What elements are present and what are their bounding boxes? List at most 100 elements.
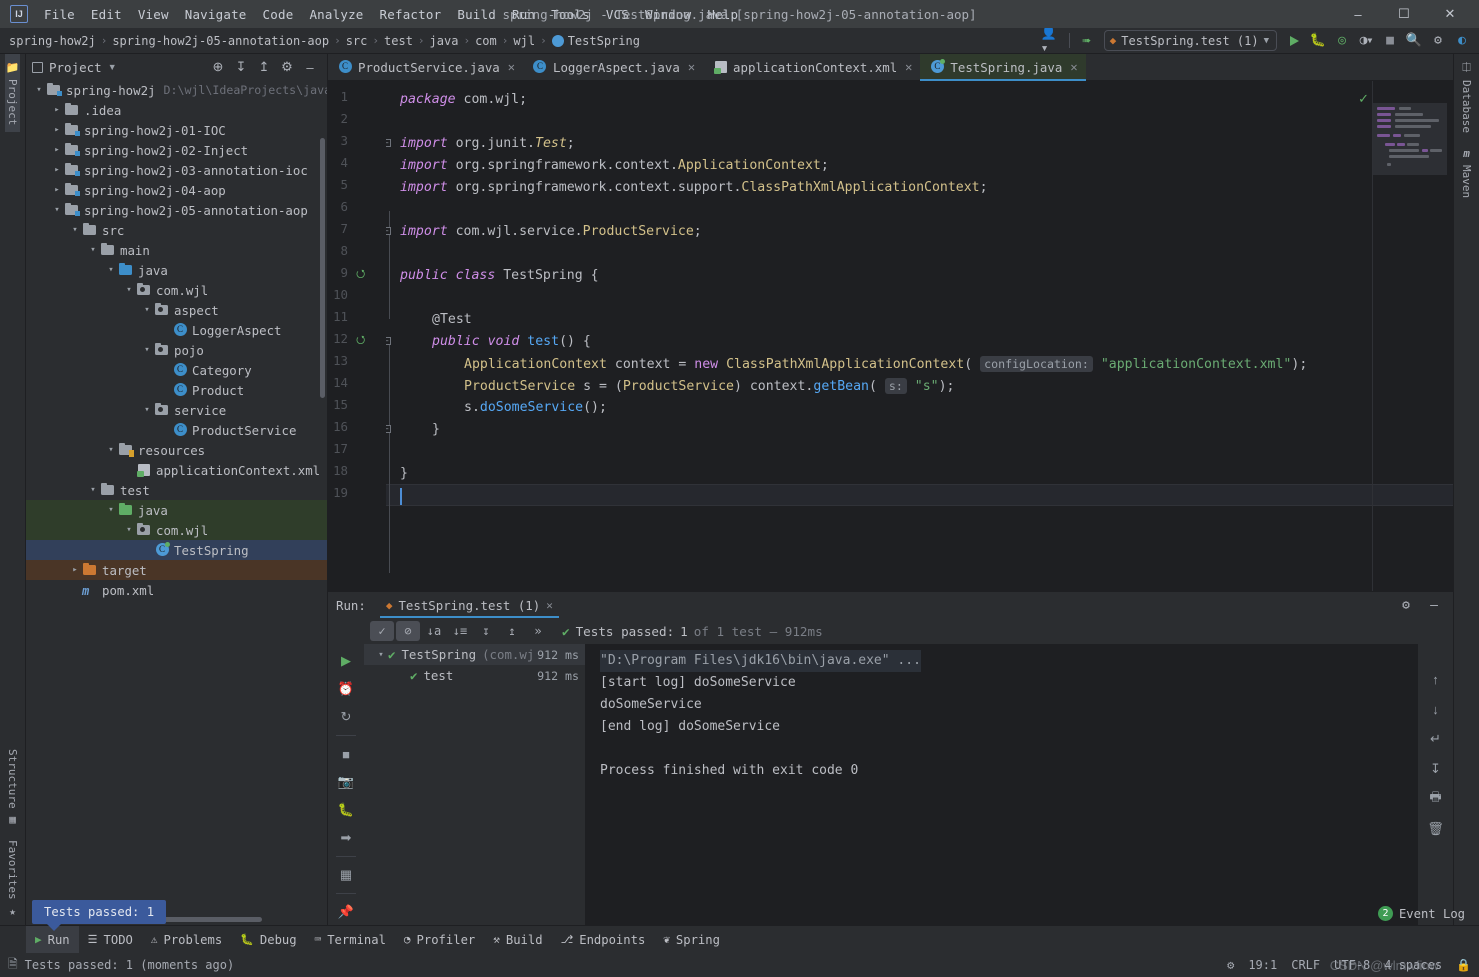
menu-item-file[interactable]: File	[36, 3, 83, 26]
tree-node-service[interactable]: ▾ service	[26, 400, 327, 420]
tree-node-spring-how2j-03-annotation-ioc[interactable]: ▸ spring-how2j-03-annotation-ioc	[26, 160, 327, 180]
hide-ignored-icon[interactable]: ⊘	[396, 621, 420, 641]
code-line[interactable]: }	[400, 463, 408, 485]
chevron-down-icon[interactable]: ▾	[68, 225, 82, 235]
clear-all-icon[interactable]: 🗑	[1423, 816, 1449, 842]
chevron-right-icon[interactable]: ▸	[68, 565, 82, 575]
menu-item-build[interactable]: Build	[449, 3, 504, 26]
code-fold-icon[interactable]: −	[386, 139, 391, 147]
line-separator[interactable]: CRLF	[1291, 958, 1320, 972]
code-editor[interactable]: package com.wjl; import org.junit.Test; im…	[386, 81, 1453, 591]
search-icon[interactable]: 🔍	[1403, 30, 1425, 52]
expand-all-icon[interactable]: ↧	[474, 621, 498, 641]
hide-icon[interactable]: –	[1423, 594, 1445, 616]
chevron-down-icon[interactable]: ▾	[86, 245, 100, 255]
tree-node-resources[interactable]: ▾ resources	[26, 440, 327, 460]
chevron-down-icon[interactable]: ▾	[86, 485, 100, 495]
event-log-button[interactable]: 2 Event Log	[1377, 906, 1465, 921]
close-icon[interactable]: ✕	[1070, 60, 1077, 74]
code-line[interactable]: package com.wjl;	[400, 89, 527, 111]
inspection-status-icon[interactable]: ✓	[1358, 91, 1369, 107]
profile-icon[interactable]: 👤▾	[1041, 26, 1063, 56]
menu-item-analyze[interactable]: Analyze	[301, 3, 371, 26]
gutter-run-icon[interactable]: ⭯	[356, 331, 365, 350]
chevron-right-icon[interactable]: ▸	[50, 145, 64, 155]
breadcrumb-item-spring-how2j-05-annotation-aop[interactable]: spring-how2j-05-annotation-aop	[109, 32, 332, 50]
snapshot-icon[interactable]: 📷	[333, 769, 359, 795]
tree-node-pom-xml[interactable]: m pom.xml	[26, 580, 327, 600]
close-icon[interactable]: ✕	[508, 60, 515, 74]
run-configuration-selector[interactable]: ◆ TestSpring.test (1) ▼	[1103, 30, 1277, 51]
run-with-coverage-button[interactable]: ◎	[1331, 30, 1353, 52]
export-icon[interactable]: ➡	[333, 825, 359, 851]
code-line[interactable]: public void test() {	[432, 331, 591, 353]
rerun-icon[interactable]: ▶	[333, 648, 359, 674]
chevron-down-icon[interactable]: ▾	[140, 345, 154, 355]
tree-node-pojo[interactable]: ▾ pojo	[26, 340, 327, 360]
tree-node-src[interactable]: ▾ src	[26, 220, 327, 240]
indent-setting[interactable]: 4 spaces	[1384, 958, 1442, 972]
stripe-button-project[interactable]: 📁 Project	[4, 54, 21, 133]
menu-item-navigate[interactable]: Navigate	[177, 3, 255, 26]
bottom-tab-problems[interactable]: ⚠ Problems	[142, 926, 231, 954]
gear-icon[interactable]: ⚙	[276, 56, 298, 78]
repeat-icon[interactable]: ↻	[333, 704, 359, 730]
code-line[interactable]: public class TestSpring {	[400, 265, 599, 287]
tree-node-target[interactable]: ▸ target	[26, 560, 327, 580]
chevron-down-icon[interactable]: ▾	[140, 405, 154, 415]
gear-icon[interactable]: ⚙	[1427, 30, 1449, 52]
sort-alpha-icon[interactable]: ↓a	[422, 621, 446, 641]
maximize-button[interactable]: ☐	[1381, 0, 1427, 28]
chevron-down-icon[interactable]: ▾	[104, 505, 118, 515]
collapse-all-icon[interactable]: ↥	[253, 56, 275, 78]
chevron-down-icon[interactable]: ▾	[50, 205, 64, 215]
editor-gutter[interactable]: 1 2 3 4 5 6 7 8 9 ⭯ 10 11 12 ⭯ 13 14 15 16 17 18 19	[328, 81, 386, 591]
tree-node-category[interactable]: C Category	[26, 360, 327, 380]
breadcrumb-item-com[interactable]: com	[472, 32, 500, 50]
code-line[interactable]: @Test	[432, 309, 472, 331]
tree-node-spring-how2j-04-aop[interactable]: ▸ spring-how2j-04-aop	[26, 180, 327, 200]
editor-tab-testspring-java[interactable]: C TestSpring.java ✕	[920, 54, 1086, 81]
minimize-button[interactable]: –	[1335, 0, 1381, 28]
run-tab[interactable]: ◆ TestSpring.test (1) ✕	[379, 592, 559, 618]
run-button[interactable]	[1283, 30, 1305, 52]
code-fold-icon[interactable]: −	[386, 425, 391, 433]
menu-item-refactor[interactable]: Refactor	[372, 3, 450, 26]
tree-node-product[interactable]: C Product	[26, 380, 327, 400]
breadcrumb-item-spring-how2j[interactable]: spring-how2j	[6, 32, 99, 50]
tree-node-java[interactable]: ▾ java	[26, 260, 327, 280]
gear-icon[interactable]: ⚙	[1395, 594, 1417, 616]
chevron-down-icon[interactable]: ▾	[122, 285, 136, 295]
project-tree-scrollbar[interactable]	[320, 138, 325, 398]
tree-node-aspect[interactable]: ▾ aspect	[26, 300, 327, 320]
stripe-button-favorites[interactable]: Favorites ★	[5, 833, 20, 925]
vcs-update-icon[interactable]: ➠	[1076, 30, 1098, 52]
close-icon[interactable]: ✕	[546, 599, 553, 612]
chevron-down-icon[interactable]: ▾	[374, 650, 388, 660]
code-line[interactable]: import com.wjl.service.ProductService;	[400, 221, 702, 243]
stripe-button-maven[interactable]: m Maven	[1459, 140, 1474, 205]
tree-node-main[interactable]: ▾ main	[26, 240, 327, 260]
chevron-right-icon[interactable]: ▸	[50, 185, 64, 195]
menu-item-edit[interactable]: Edit	[83, 3, 130, 26]
stripe-button-structure[interactable]: Structure ▦	[5, 742, 20, 834]
tree-node-com-wjl[interactable]: ▾ com.wjl	[26, 280, 327, 300]
close-icon[interactable]: ✕	[905, 60, 912, 74]
more-icon[interactable]: »	[526, 621, 550, 641]
collapse-all-icon[interactable]: ↥	[500, 621, 524, 641]
menu-item-run[interactable]: Run	[504, 3, 543, 26]
test-tree-row[interactable]: ✔ test 912 ms	[364, 665, 585, 686]
bottom-tab-terminal[interactable]: ⌨ Terminal	[306, 926, 395, 954]
editor-tab-productservice-java[interactable]: C ProductService.java ✕	[328, 54, 523, 80]
menu-item-help[interactable]: Help	[699, 3, 746, 26]
menu-item-tools[interactable]: Tools	[543, 3, 598, 26]
tree-node--idea[interactable]: ▸ .idea	[26, 100, 327, 120]
debug-icon[interactable]: 🐛	[333, 797, 359, 823]
chevron-down-icon[interactable]: ▾	[32, 85, 46, 95]
code-line[interactable]: ProductService s = (ProductService) cont…	[464, 375, 955, 397]
show-passed-icon[interactable]: ✓	[370, 621, 394, 641]
soft-wrap-icon[interactable]: ↵	[1423, 726, 1449, 752]
code-line[interactable]: import org.springframework.context.suppo…	[400, 177, 988, 199]
stripe-button-database[interactable]: ⎅ Database	[1459, 54, 1474, 140]
tree-node-com-wjl[interactable]: ▾ com.wjl	[26, 520, 327, 540]
